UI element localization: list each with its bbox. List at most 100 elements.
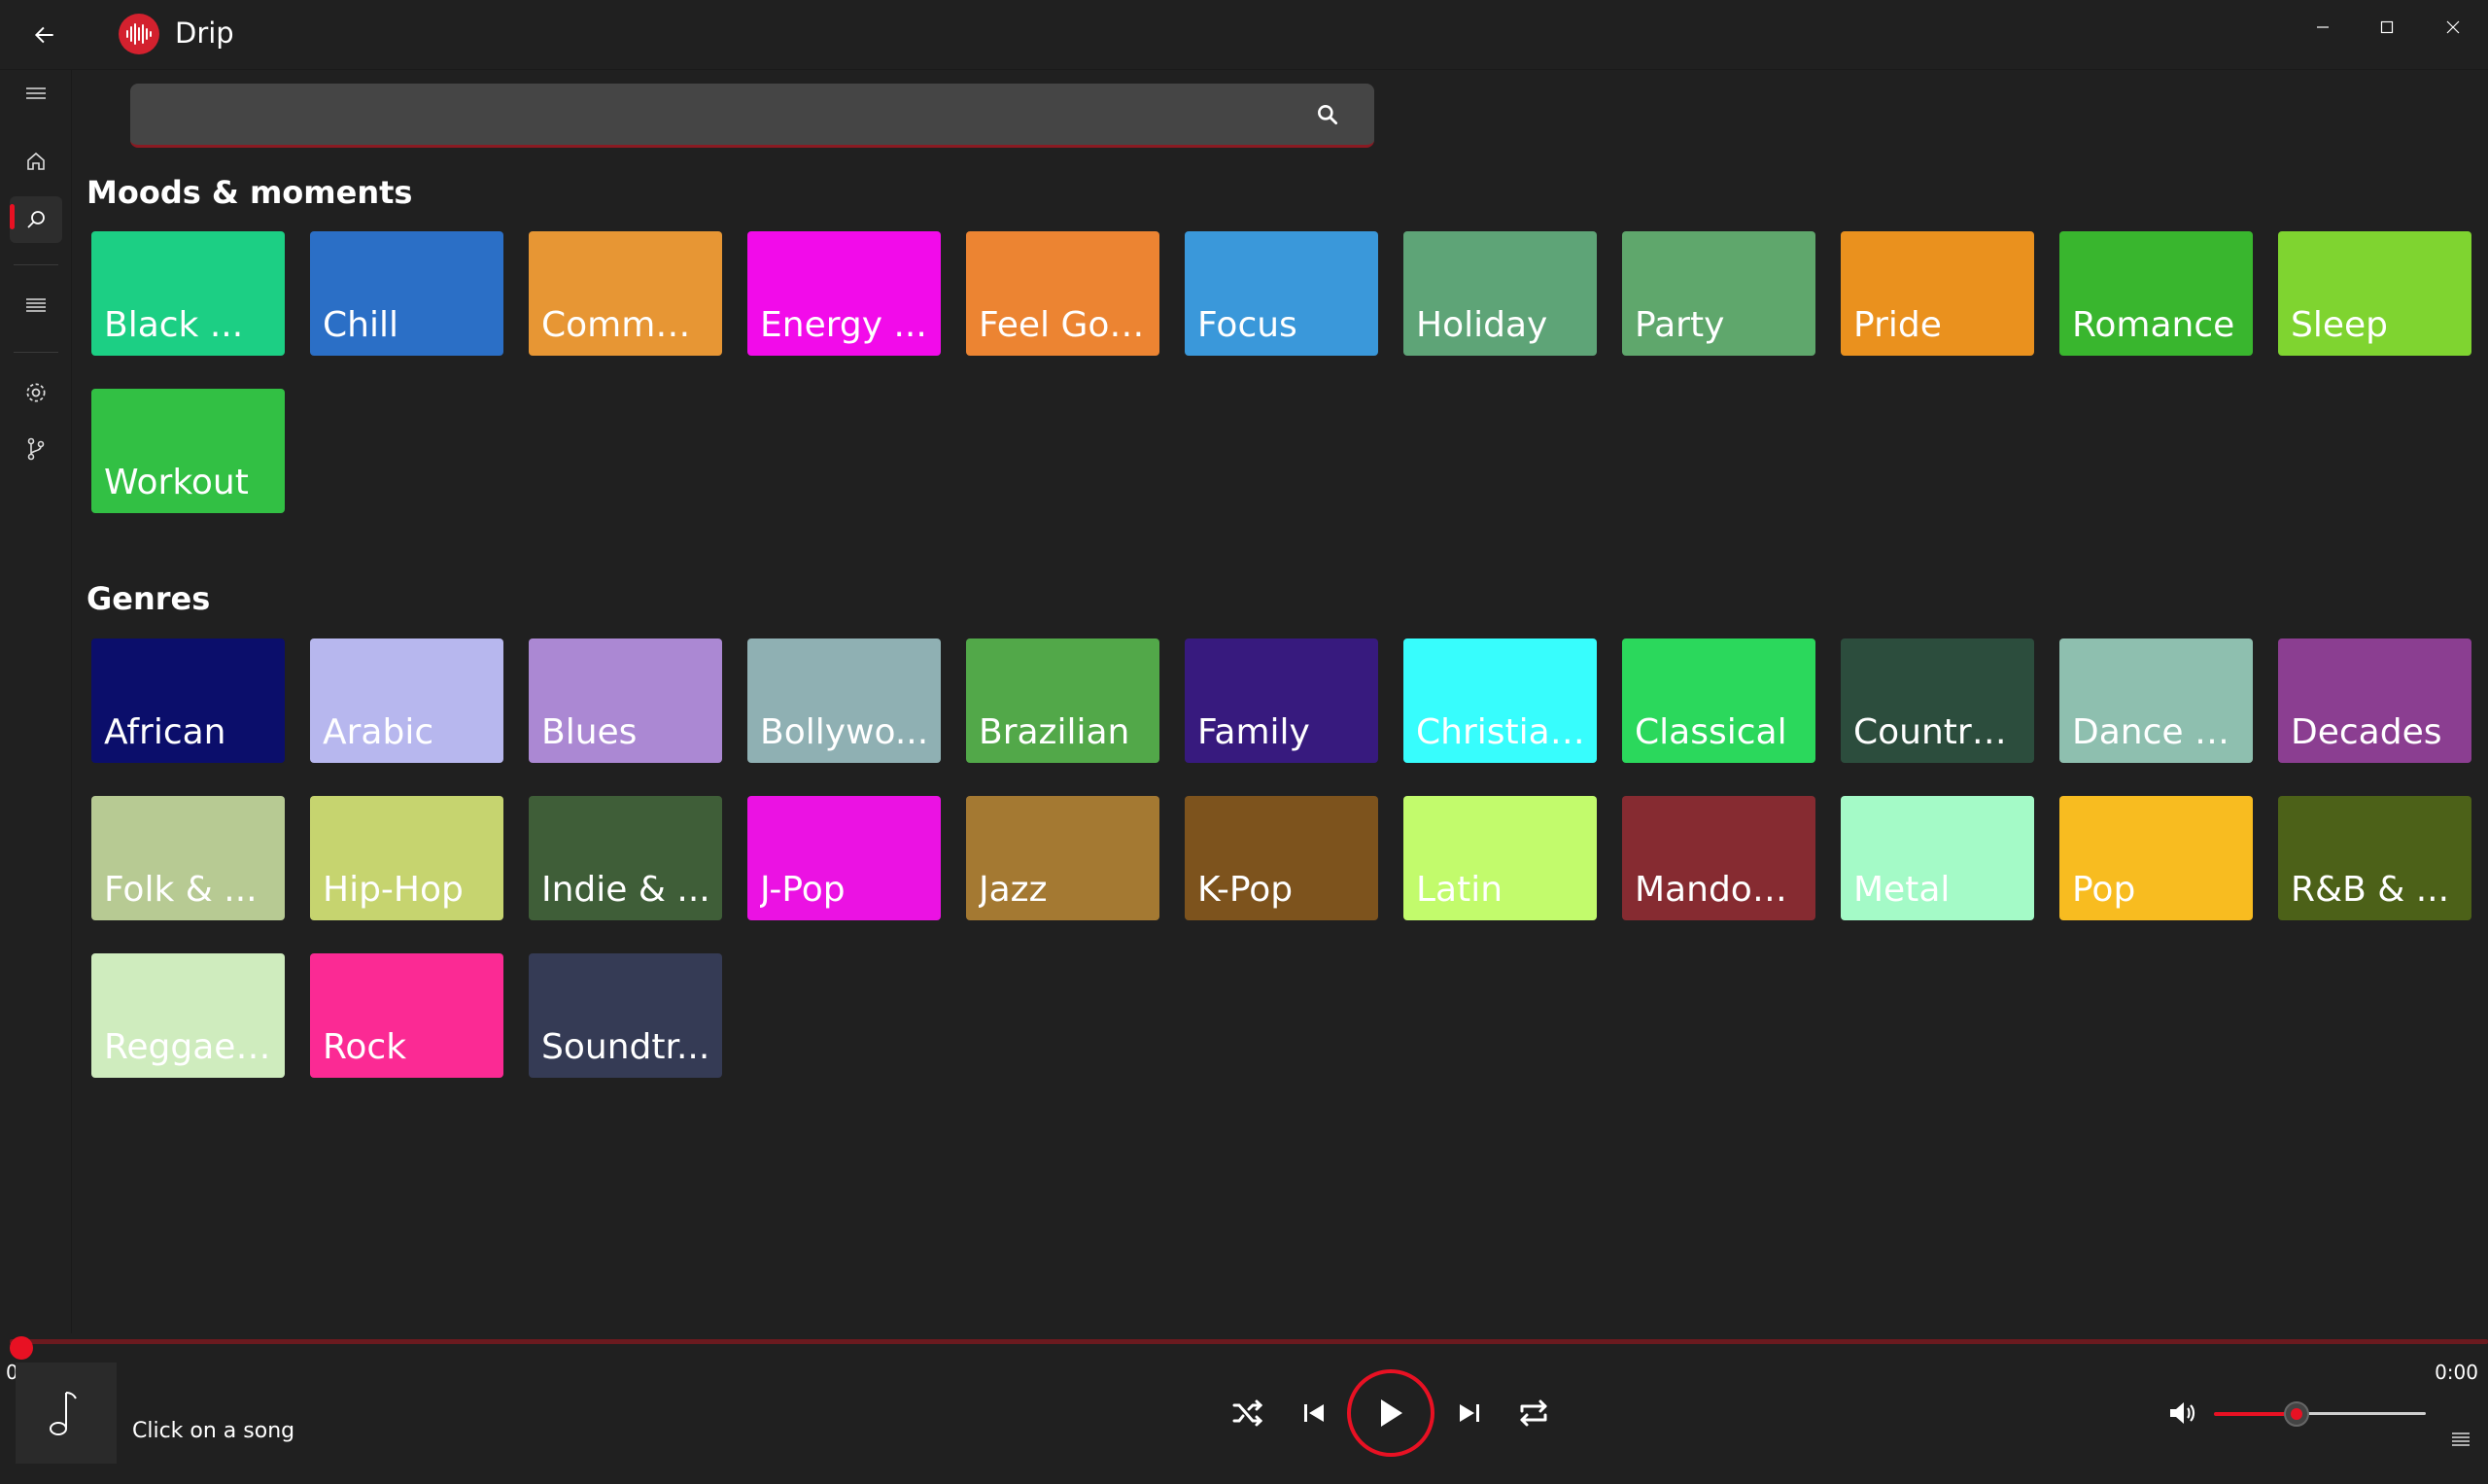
genre-tile-label: Decades <box>2291 712 2442 752</box>
mood-tile[interactable]: Romance <box>2059 231 2253 356</box>
genre-tile[interactable]: Rock <box>310 953 503 1078</box>
app-title: Drip <box>175 17 234 50</box>
minimize-icon <box>2317 26 2329 28</box>
genre-tile[interactable]: Decades <box>2278 638 2471 763</box>
genre-tile-label: Metal <box>1853 870 1951 910</box>
search-icon <box>27 211 45 228</box>
maximize-button[interactable] <box>2360 8 2414 47</box>
genre-tile-label: Christian... <box>1416 712 1587 752</box>
genre-tile[interactable]: Country ... <box>1841 638 2034 763</box>
genre-tile[interactable]: Latin <box>1403 796 1597 920</box>
genre-tile[interactable]: Hip-Hop <box>310 796 503 920</box>
mood-tile-label: Party <box>1635 305 1725 345</box>
genre-tile[interactable]: Arabic <box>310 638 503 763</box>
next-button[interactable] <box>1448 1392 1491 1434</box>
genre-tile[interactable]: Dance &... <box>2059 638 2253 763</box>
nav-home[interactable] <box>10 138 62 185</box>
genre-tile[interactable]: Classical <box>1622 638 1815 763</box>
genre-tile[interactable]: Blues <box>529 638 722 763</box>
genre-tile[interactable]: Indie & ... <box>529 796 722 920</box>
mood-tile[interactable]: Black ... <box>91 231 285 356</box>
maximize-icon <box>2380 20 2394 34</box>
nav-divider <box>14 352 58 353</box>
mood-tile[interactable]: Focus <box>1185 231 1378 356</box>
menu-toggle-button[interactable] <box>10 70 62 117</box>
genre-tile-label: K-Pop <box>1197 870 1294 910</box>
genre-tile[interactable]: Folk & ... <box>91 796 285 920</box>
mood-tile-label: Romance <box>2072 305 2235 345</box>
duration-time: 0:00 <box>2435 1361 2478 1384</box>
genre-tile[interactable]: Soundtr... <box>529 953 722 1078</box>
search-button[interactable] <box>1310 97 1345 132</box>
mood-tile-label: Energy ... <box>760 305 927 345</box>
git-branch-icon <box>27 437 45 461</box>
repeat-button[interactable] <box>1512 1392 1555 1434</box>
nav-library[interactable] <box>10 282 62 328</box>
mood-tile-label: Commute <box>541 305 712 345</box>
mood-tile[interactable]: Holiday <box>1403 231 1597 356</box>
genre-tile-label: Mandop... <box>1635 870 1806 910</box>
genre-tile-label: Folk & ... <box>104 870 258 910</box>
seek-thumb[interactable] <box>10 1336 33 1360</box>
genre-tile-label: Bollywo... <box>760 712 929 752</box>
mood-tile[interactable]: Workout <box>91 389 285 513</box>
close-button[interactable] <box>2426 8 2480 47</box>
mood-tile[interactable]: Party <box>1622 231 1815 356</box>
mood-tile[interactable]: Chill <box>310 231 503 356</box>
volume-button[interactable] <box>2163 1394 2202 1432</box>
genre-tile[interactable]: Mandop... <box>1622 796 1815 920</box>
next-icon <box>1460 1404 1479 1422</box>
volume-track <box>2298 1412 2426 1415</box>
mood-tile[interactable]: Commute <box>529 231 722 356</box>
hamburger-icon <box>26 87 46 99</box>
genre-tile-label: Indie & ... <box>541 870 710 910</box>
nav-source[interactable] <box>10 426 62 472</box>
genre-tile-label: Hip-Hop <box>323 870 464 910</box>
queue-button[interactable] <box>2445 1423 2476 1454</box>
genre-tile-label: Latin <box>1416 870 1503 910</box>
genre-tile[interactable]: Pop <box>2059 796 2253 920</box>
previous-button[interactable] <box>1293 1392 1335 1434</box>
drip-logo-icon <box>119 14 159 54</box>
genre-tile[interactable]: Reggae ... <box>91 953 285 1078</box>
play-button[interactable] <box>1347 1369 1434 1457</box>
repeat-icon <box>1520 1399 1547 1427</box>
genre-tile[interactable]: Jazz <box>966 796 1159 920</box>
genre-tile[interactable]: Family <box>1185 638 1378 763</box>
mood-tile-label: Holiday <box>1416 305 1548 345</box>
volume-thumb[interactable] <box>2284 1401 2309 1427</box>
search-icon <box>1318 105 1338 125</box>
genre-tile[interactable]: Bollywo... <box>747 638 941 763</box>
previous-icon <box>1304 1404 1324 1422</box>
minimize-button[interactable] <box>2296 8 2350 47</box>
back-button[interactable] <box>25 16 64 54</box>
music-note-icon <box>50 1392 77 1435</box>
genre-tile[interactable]: R&B & ... <box>2278 796 2471 920</box>
genre-tile[interactable]: J-Pop <box>747 796 941 920</box>
genre-tile-label: Brazilian <box>979 712 1130 752</box>
mood-tile-label: Focus <box>1197 305 1297 345</box>
nav-search[interactable] <box>10 196 62 243</box>
mood-tile[interactable]: Energy ... <box>747 231 941 356</box>
genre-tile-label: Pop <box>2072 870 2136 910</box>
volume-icon <box>2170 1402 2195 1424</box>
nav-settings[interactable] <box>10 369 62 416</box>
genre-tile-label: Soundtr... <box>541 1027 710 1067</box>
genre-tile[interactable]: Christian... <box>1403 638 1597 763</box>
seek-slider[interactable] <box>10 1336 2488 1360</box>
mood-tile-label: Chill <box>323 305 398 345</box>
search-input[interactable] <box>130 84 1296 145</box>
genre-tile-label: African <box>104 712 226 752</box>
mood-tile-label: Workout <box>104 463 249 502</box>
player-bar: 0:00 0:00 Click on a song <box>0 1333 2488 1484</box>
genre-tile[interactable]: African <box>91 638 285 763</box>
mood-tile[interactable]: Sleep <box>2278 231 2471 356</box>
genre-tile[interactable]: Metal <box>1841 796 2034 920</box>
genre-tile[interactable]: Brazilian <box>966 638 1159 763</box>
shuffle-button[interactable] <box>1227 1392 1269 1434</box>
mood-tile[interactable]: Pride <box>1841 231 2034 356</box>
genre-tile[interactable]: K-Pop <box>1185 796 1378 920</box>
mood-tile[interactable]: Feel Good <box>966 231 1159 356</box>
genre-tile-label: R&B & ... <box>2291 870 2450 910</box>
nav-active-indicator <box>10 204 15 229</box>
